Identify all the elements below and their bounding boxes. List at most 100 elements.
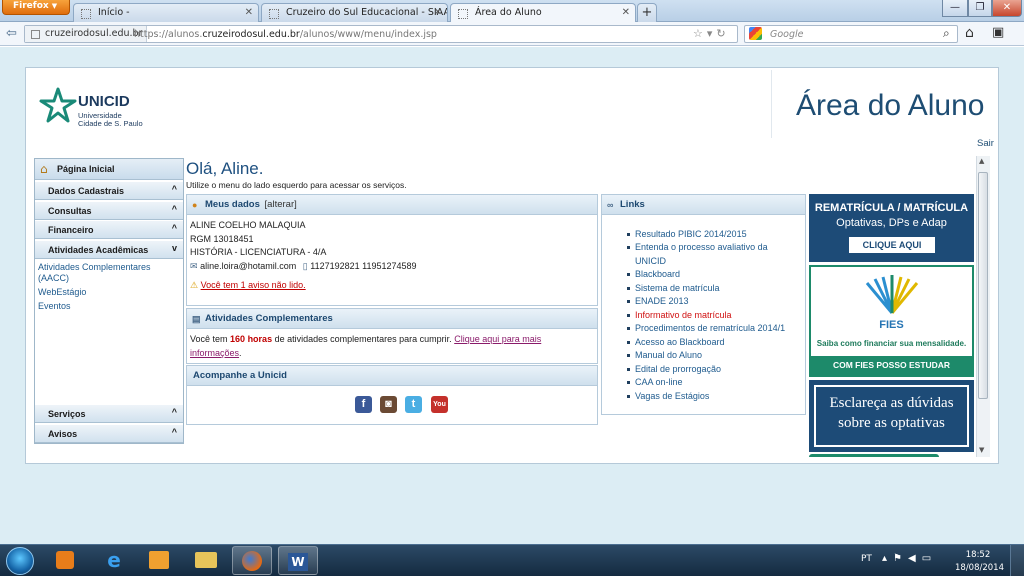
sidebar-sublink-aacc-abbr[interactable]: (AACC) [38, 273, 69, 284]
fies-banner[interactable]: FIES Saiba como financiar sua mensalidad… [809, 265, 974, 377]
banner-border: Esclareça as dúvidas sobre as optativas [814, 385, 969, 447]
media-player-icon[interactable] [45, 546, 85, 575]
banner-cta-button[interactable]: CLIQUE AQUI [849, 237, 935, 253]
reload-icon[interactable]: ↻ [716, 27, 729, 40]
scroll-down-icon[interactable]: ▼ [979, 446, 984, 454]
sidebar-item-label: Atividades Acadêmicas [48, 245, 149, 255]
restore-button[interactable]: ❐ [968, 0, 992, 17]
tray-arrow-icon[interactable]: ▴ [882, 553, 893, 564]
page-icon [81, 9, 91, 19]
banner-line-2: sobre as optativas [838, 415, 945, 431]
unread-notice-link[interactable]: Você tem 1 aviso não lido. [201, 280, 306, 290]
url-text[interactable]: https://alunos.cruzeirodosul.edu.br/alun… [134, 29, 437, 40]
bookmarks-menu-icon[interactable]: ▣ [992, 25, 1004, 40]
sidebar-item-financeiro[interactable]: Financeiro ^ [35, 221, 183, 239]
sidebar-item-label: Consultas [48, 206, 92, 216]
firefox-menu-button[interactable]: Firefox ▼ [2, 0, 70, 15]
optativas-banner[interactable]: Esclareça as dúvidas sobre as optativas [809, 380, 974, 452]
fies-slogan: COM FIES POSSO ESTUDAR [811, 356, 972, 375]
scroll-up-icon[interactable]: ▲ [979, 157, 984, 165]
sidebar-item-servicos[interactable]: Serviços ^ [35, 405, 183, 423]
sidebar-sublink-eventos[interactable]: Eventos [38, 301, 71, 312]
link-item[interactable]: Procedimentos de rematrícula 2014/1 [626, 322, 785, 336]
close-icon[interactable]: ✕ [434, 7, 442, 18]
hours-count: 160 horas [230, 334, 273, 344]
link-item[interactable]: Resultado PIBIC 2014/2015 [627, 228, 747, 242]
acompanhe-panel: Acompanhe a Unicid [186, 365, 598, 425]
chevron-up-icon: ^ [171, 407, 177, 417]
url-path: /alunos/www/menu/index.jsp [299, 29, 437, 40]
link-item[interactable]: Sistema de matrícula [627, 282, 720, 296]
edit-link[interactable]: [alterar] [265, 199, 297, 210]
atividades-text-after: de atividades complementares para cumpri… [274, 334, 452, 344]
system-tray[interactable]: ▴⚑◀▭ [882, 553, 937, 564]
sidebar-item-dados-cadastrais[interactable]: Dados Cadastrais ^ [35, 182, 183, 200]
logout-link[interactable]: Sair [977, 138, 994, 149]
facebook-icon[interactable]: f [355, 396, 372, 413]
url-bar-icons[interactable]: ☆▾↻ [693, 27, 730, 40]
phone-icon: ▯ [302, 260, 308, 271]
language-indicator[interactable]: PT [861, 554, 872, 564]
banner-line-1: Esclareça as dúvidas [829, 395, 954, 411]
word-icon[interactable]: W [278, 546, 318, 575]
link-item[interactable]: ENADE 2013 [627, 295, 689, 309]
search-placeholder: Google [770, 29, 804, 40]
banner-subtitle: Optativas, DPs e Adap [836, 217, 947, 229]
panel-title: Acompanhe a Unicid [193, 370, 287, 381]
more-info-link-continued[interactable]: informações [190, 348, 239, 358]
sidebar-item-atividades-academicas[interactable]: Atividades Acadêmicas v [35, 241, 183, 259]
chevron-down-icon: ▼ [51, 2, 58, 10]
tab-inicio[interactable]: Início - ✕ [73, 3, 259, 22]
fies-title: FIES [879, 319, 904, 331]
rematricula-banner[interactable]: REMATRÍCULA / MATRÍCULA Optativas, DPs e… [809, 194, 974, 262]
link-item[interactable]: Edital de prorrogação [626, 363, 721, 377]
sidebar-item-home[interactable]: Página Inicial [35, 159, 183, 180]
network-icon[interactable]: ▭ [922, 553, 937, 564]
dropdown-icon[interactable]: ▾ [707, 27, 717, 40]
bookmark-star-icon[interactable]: ☆ [693, 27, 707, 40]
panel-title: Links [620, 199, 645, 210]
google-icon[interactable] [749, 27, 762, 40]
close-icon[interactable]: ✕ [622, 7, 630, 18]
start-button[interactable] [6, 547, 34, 575]
tab-siaa[interactable]: Cruzeiro do Sul Educacional - SIAA ✕ [261, 3, 448, 22]
sidebar-sublink-webestagio[interactable]: WebEstágio [38, 287, 86, 298]
link-item[interactable]: CAA on-line [627, 376, 683, 390]
explorer-folder-icon[interactable] [186, 546, 226, 575]
internet-explorer-icon[interactable]: e [94, 546, 134, 575]
sidebar-sublink-aacc[interactable]: Atividades Complementares [38, 262, 151, 273]
more-info-link[interactable]: Clique aqui para mais [454, 334, 541, 344]
show-desktop-button[interactable] [1010, 545, 1024, 576]
scrollbar-thumb[interactable] [978, 172, 988, 399]
firefox-menu-label: Firefox [13, 1, 49, 11]
window-close-button[interactable]: ✕ [992, 0, 1022, 17]
youtube-icon[interactable]: You [431, 396, 448, 413]
new-tab-button[interactable]: + [637, 3, 657, 22]
home-icon[interactable]: ⌂ [965, 25, 974, 41]
link-item[interactable]: Vagas de Estágios [626, 390, 709, 404]
site-identity[interactable]: cruzeirodosul.edu.br [25, 26, 148, 42]
firefox-taskbar-icon[interactable] [232, 546, 272, 575]
link-item[interactable]: Acesso ao Blackboard [627, 336, 725, 350]
volume-icon[interactable]: ◀ [908, 553, 922, 564]
sidebar-item-consultas[interactable]: Consultas ^ [35, 202, 183, 220]
link-item[interactable]: Manual do Aluno [626, 349, 702, 363]
clock-date[interactable]: 18/08/2014 [955, 563, 1004, 573]
sidebar-item-label: Serviços [48, 409, 86, 419]
close-icon[interactable]: ✕ [245, 7, 253, 18]
link-item[interactable]: Blackboard [626, 268, 680, 282]
back-arrow-icon[interactable]: ⇦ [6, 26, 17, 41]
twitter-icon[interactable]: t [405, 396, 422, 413]
link-item-highlighted[interactable]: Informativo de matrícula [627, 309, 732, 323]
outlook-icon[interactable] [139, 546, 179, 575]
sidebar-item-avisos[interactable]: Avisos ^ [35, 425, 183, 443]
link-item-continued[interactable]: UNICID [635, 255, 666, 269]
instagram-icon[interactable]: ◙ [380, 396, 397, 413]
search-icon[interactable]: ⌕ [943, 26, 950, 41]
minimize-button[interactable]: — [942, 0, 968, 17]
chevron-up-icon: ^ [171, 184, 177, 194]
action-center-flag-icon[interactable]: ⚑ [893, 553, 908, 564]
clock-time[interactable]: 18:52 [958, 550, 998, 560]
link-item[interactable]: Entenda o processo avaliativo da [627, 241, 768, 255]
tab-area-do-aluno[interactable]: Área do Aluno ✕ [450, 3, 636, 23]
